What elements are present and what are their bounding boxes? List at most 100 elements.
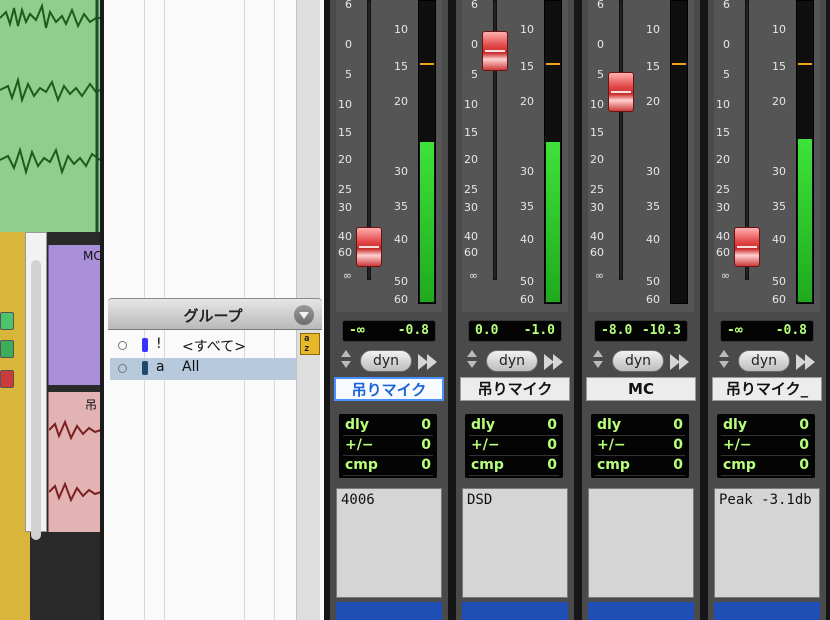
delay-value: 0 (547, 417, 557, 433)
fader-scale-label: 6 (597, 0, 604, 11)
volume-readout[interactable]: 0.0 -1.0 (468, 320, 562, 342)
delay-row: cmp 0 (469, 456, 559, 476)
delay-row: +/− 0 (595, 436, 685, 456)
track-button[interactable] (0, 312, 14, 330)
meter-scale-label: 50 (394, 275, 408, 288)
groups-menu-icon[interactable] (294, 305, 314, 325)
comments-field[interactable]: DSD (462, 488, 568, 598)
group-row[interactable]: a All (110, 358, 296, 380)
fader-scale-label: 0 (597, 38, 604, 51)
delay-label: cmp (471, 457, 504, 473)
fader-scale-label: 10 (590, 98, 604, 111)
track-name-plate[interactable]: 吊りマイク (334, 377, 444, 401)
fast-forward-icon[interactable] (796, 352, 818, 372)
sort-updown-icon[interactable] (340, 349, 352, 371)
meter-scale-label: 60 (520, 293, 534, 306)
delay-compensation-panel: dly 0 +/− 0 cmp 0 (464, 413, 564, 479)
sort-updown-icon[interactable] (718, 349, 730, 371)
comments-field[interactable]: Peak -3.1db (714, 488, 820, 598)
track-name-plate[interactable]: MC (586, 377, 696, 401)
fast-forward-icon[interactable] (418, 352, 440, 372)
volume-value: -∞ (349, 323, 365, 338)
sort-az-button[interactable]: a z (300, 333, 320, 355)
level-meter (544, 0, 562, 304)
fader-scale-label: 6 (723, 0, 730, 11)
volume-fader[interactable] (734, 227, 760, 268)
group-row[interactable]: ! <すべて> (110, 335, 296, 357)
fader-scale-label: 60 (590, 246, 604, 259)
fader-scale-label: 15 (590, 126, 604, 139)
delay-value: 0 (547, 457, 557, 473)
sort-updown-icon[interactable] (466, 349, 478, 371)
audio-region-pink[interactable]: 吊 (48, 392, 100, 532)
meter-scale-label: 40 (394, 233, 408, 246)
fader-scale-label: 0 (345, 38, 352, 51)
volume-readout[interactable]: -8.0 -10.3 (594, 320, 688, 342)
group-id: a (156, 359, 165, 375)
track-name-plate[interactable]: 吊りマイク (460, 377, 570, 401)
fader-scale-label: 20 (464, 153, 478, 166)
dyn-button[interactable]: dyn (486, 350, 538, 372)
channel-strip: 6 0 5 10 15 20 25 30 40 60 ∞ 10 15 20 30 35 40 50 60 -8.0 -1… (582, 0, 700, 620)
volume-fader[interactable] (482, 30, 508, 71)
delay-value: 0 (421, 457, 431, 473)
fader-scale-label: 25 (338, 183, 352, 196)
meter-level-fill (798, 138, 812, 302)
fader-scale-label: 60 (338, 246, 352, 259)
fast-forward-icon[interactable] (544, 352, 566, 372)
delay-row: dly 0 (595, 416, 685, 436)
track-name-plate[interactable]: 吊りマイク_ (712, 377, 822, 401)
fast-forward-icon[interactable] (670, 352, 692, 372)
channel-strip: 6 0 5 10 15 20 25 30 40 60 ∞ 10 15 20 30 35 40 50 60 -∞ -0.8… (330, 0, 448, 620)
strip-color-bar (462, 602, 568, 620)
delay-label: dly (597, 417, 621, 433)
volume-value: -8.0 (601, 323, 633, 338)
fader-scale-label: ∞ (720, 269, 730, 282)
edit-window-partial: MC 吊 (0, 0, 100, 620)
dyn-button[interactable]: dyn (360, 350, 412, 372)
groups-title: グループ (183, 307, 243, 325)
delay-label: dly (471, 417, 495, 433)
delay-value: 0 (799, 437, 809, 453)
strip-color-bar (336, 602, 442, 620)
track-button[interactable] (0, 340, 14, 358)
peak-value: -0.8 (775, 323, 807, 338)
fader-scale-label: 20 (716, 153, 730, 166)
volume-readout[interactable]: -∞ -0.8 (720, 320, 814, 342)
dyn-button[interactable]: dyn (738, 350, 790, 372)
meter-scale-label: 10 (394, 23, 408, 36)
meter-scale-label: 50 (646, 275, 660, 288)
volume-value: 0.0 (475, 323, 499, 338)
fader-scale-label: 6 (345, 0, 352, 11)
dyn-button[interactable]: dyn (612, 350, 664, 372)
delay-row: cmp 0 (343, 456, 433, 476)
fader-scale-label: 40 (338, 230, 352, 243)
comments-field[interactable]: 4006 (336, 488, 442, 598)
volume-fader[interactable] (356, 227, 382, 268)
group-select-dot-icon[interactable] (118, 364, 127, 373)
meter-scale-label: 30 (772, 165, 786, 178)
peak-value: -1.0 (523, 323, 555, 338)
volume-readout[interactable]: -∞ -0.8 (342, 320, 436, 342)
group-select-dot-icon[interactable] (118, 341, 127, 350)
fader-scale-label: 60 (716, 246, 730, 259)
sort-updown-icon[interactable] (592, 349, 604, 371)
fader-scale-label: 25 (590, 183, 604, 196)
comments-field[interactable] (588, 488, 694, 598)
fader-scale-label: 30 (338, 201, 352, 214)
fader-scale-label: 5 (597, 68, 604, 81)
channel-strip: 6 0 5 10 15 20 25 30 40 60 ∞ 10 15 20 30 35 40 50 60 0.0 -1.… (456, 0, 574, 620)
audio-region-purple[interactable]: MC (48, 245, 100, 385)
fader-scale-label: 40 (464, 230, 478, 243)
audio-region-waveform[interactable] (0, 0, 100, 232)
fader-scale-label: 30 (590, 201, 604, 214)
delay-value: 0 (421, 437, 431, 453)
group-id: ! (156, 336, 162, 352)
meter-scale-label: 40 (646, 233, 660, 246)
fader-scale-label: 15 (716, 126, 730, 139)
volume-fader[interactable] (608, 72, 634, 113)
delay-row: +/− 0 (721, 436, 811, 456)
track-button[interactable] (0, 370, 14, 388)
vertical-scrollbar[interactable] (31, 260, 41, 540)
fader-scale-label: ∞ (342, 269, 352, 282)
